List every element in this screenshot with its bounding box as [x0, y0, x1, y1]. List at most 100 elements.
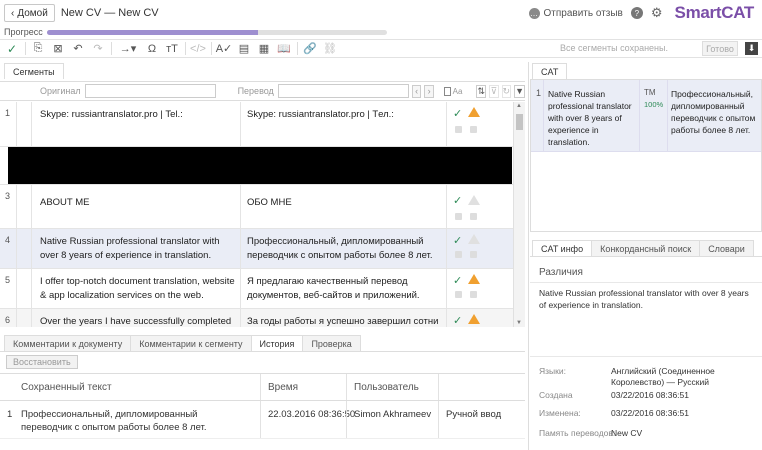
qa-check-icon[interactable]: ▤ [236, 41, 252, 57]
warning-icon[interactable] [468, 314, 480, 324]
info-tabs: CAT инфо Конкордансный поиск Словари [532, 240, 754, 256]
filter-clear-icon[interactable]: ⊽ [489, 84, 499, 98]
segment-target[interactable]: Профессиональный, дипломированный перево… [247, 235, 443, 263]
filter-settings-icon[interactable]: ⇅ [476, 84, 487, 98]
confirmed-check-icon: ✓ [453, 195, 463, 207]
warning-icon[interactable] [468, 195, 480, 205]
source-filter-label: Оригинал [40, 86, 81, 96]
copy-source-icon[interactable]: ⎘ [30, 41, 46, 57]
gear-icon[interactable]: ⚙ [651, 5, 663, 21]
divider [530, 282, 762, 283]
toolbar-divider [297, 42, 298, 55]
tab-history[interactable]: История [250, 335, 304, 351]
document-title: New CV — New CV [60, 7, 159, 19]
segment-status-col [17, 185, 32, 228]
cat-match-source: Native Russian professional translator w… [548, 89, 632, 147]
feedback-button[interactable]: … Отправить отзыв [528, 7, 623, 19]
cat-match-row[interactable]: 1 Native Russian professional translator… [531, 80, 761, 152]
comment-icon[interactable] [470, 291, 477, 298]
restore-button[interactable]: Восстановить [6, 355, 78, 369]
book-icon[interactable]: 📖 [276, 41, 292, 57]
column-divider [438, 401, 439, 438]
download-icon[interactable]: ⬇ [745, 42, 758, 55]
prev-match-button[interactable]: ‹ [411, 84, 422, 98]
column-divider [438, 374, 439, 400]
tab-segments[interactable]: Сегменты [4, 63, 64, 79]
tab-cat[interactable]: CAT [532, 63, 568, 79]
column-divider [240, 229, 241, 268]
segment-row[interactable]: 5 I offer top-notch document translation… [0, 269, 513, 309]
cat-match-type: TM [644, 88, 656, 97]
tm-label: Память переводов: [539, 428, 616, 438]
scroll-up-icon[interactable]: ▲ [516, 103, 522, 109]
cat-tabs: CAT [532, 63, 568, 79]
column-header-time: Время [268, 382, 299, 393]
segments-scrollbar[interactable]: ▲ ▼ [513, 102, 525, 327]
warning-icon[interactable] [468, 107, 480, 117]
segment-row[interactable]: 3 ABOUT ME ОБО МНЕ ✓ [0, 184, 513, 229]
insert-arrow-icon[interactable]: →▾ [116, 41, 140, 57]
funnel-icon[interactable]: ▼ [514, 84, 525, 98]
lock-icon[interactable] [455, 213, 462, 220]
modified-label: Изменена: [539, 408, 581, 418]
lock-icon[interactable] [455, 126, 462, 133]
comment-icon[interactable] [470, 251, 477, 258]
tab-concordance[interactable]: Конкордансный поиск [591, 240, 701, 256]
history-row[interactable]: 1 Профессиональный, дипломированный пере… [0, 401, 525, 439]
toolbar-divider [211, 42, 212, 55]
tab-dictionaries[interactable]: Словари [699, 240, 754, 256]
segment-row[interactable]: 1 Skype: russiantranslator.pro | Tel.: S… [0, 102, 513, 147]
confirmed-check-icon: ✓ [453, 108, 463, 120]
confirm-icon[interactable]: ✓ [4, 41, 20, 57]
redo-icon[interactable]: ↷ [90, 41, 106, 57]
lock-icon[interactable] [455, 251, 462, 258]
tab-cat-info[interactable]: CAT инфо [532, 240, 593, 256]
clear-icon[interactable]: ⊠ [50, 41, 66, 57]
segment-target[interactable]: За годы работы я успешно завершил сотни [247, 315, 443, 327]
segment-target[interactable]: ОБО МНЕ [247, 196, 443, 210]
panel-splitter[interactable] [528, 62, 529, 450]
tab-check[interactable]: Проверка [302, 335, 361, 351]
refresh-icon[interactable]: ↻ [501, 84, 512, 98]
undo-icon[interactable]: ↶ [70, 41, 86, 57]
comment-icon[interactable] [470, 213, 477, 220]
warning-icon[interactable] [468, 234, 480, 244]
done-button[interactable]: Готово [702, 41, 738, 56]
tab-segment-comments[interactable]: Комментарии к сегменту [130, 335, 252, 351]
spellcheck-icon[interactable]: A✓ [216, 41, 233, 57]
next-match-button[interactable]: › [424, 84, 434, 98]
comment-icon[interactable] [470, 126, 477, 133]
home-button[interactable]: ‹ Домой [4, 4, 55, 22]
confirmed-check-icon: ✓ [453, 275, 463, 287]
redacted-block [8, 147, 512, 184]
scroll-down-icon[interactable]: ▼ [516, 320, 522, 326]
tags-icon[interactable]: </> [190, 41, 206, 57]
scroll-thumb[interactable] [516, 114, 523, 130]
column-divider [260, 401, 261, 438]
grid-view-icon[interactable]: ▦ [256, 41, 272, 57]
segment-row-selected[interactable]: 4 Native Russian professional translator… [0, 229, 513, 269]
tab-document-comments[interactable]: Комментарии к документу [4, 335, 132, 351]
history-row-number: 1 [7, 409, 13, 420]
source-filter-input[interactable] [84, 84, 216, 98]
column-divider [446, 102, 447, 146]
omega-icon[interactable]: Ω [144, 41, 160, 57]
link-icon[interactable]: 🔗 [302, 41, 318, 57]
warning-icon[interactable] [468, 274, 480, 284]
segment-status-col [17, 229, 32, 268]
segment-target[interactable]: Skype: russiantranslator.pro | Tел.: [247, 108, 443, 122]
confirmed-check-icon: ✓ [453, 315, 463, 327]
help-icon[interactable]: ? [630, 7, 643, 19]
divider [530, 356, 762, 357]
column-divider [240, 269, 241, 308]
unlink-icon[interactable]: ⛓ [322, 41, 338, 57]
lock-icon[interactable] [455, 291, 462, 298]
target-filter-input[interactable] [277, 84, 409, 98]
progress-bar [46, 29, 387, 35]
segment-target[interactable]: Я предлагаю качественный перевод докумен… [247, 275, 443, 303]
text-format-icon[interactable]: ᴛT [164, 41, 180, 57]
history-toolbar: Восстановить [0, 351, 525, 372]
segment-row[interactable]: 6 Over the years I have successfully com… [0, 309, 513, 327]
chat-bubble-icon: … [528, 7, 540, 19]
match-case-checkbox[interactable] [443, 86, 451, 96]
